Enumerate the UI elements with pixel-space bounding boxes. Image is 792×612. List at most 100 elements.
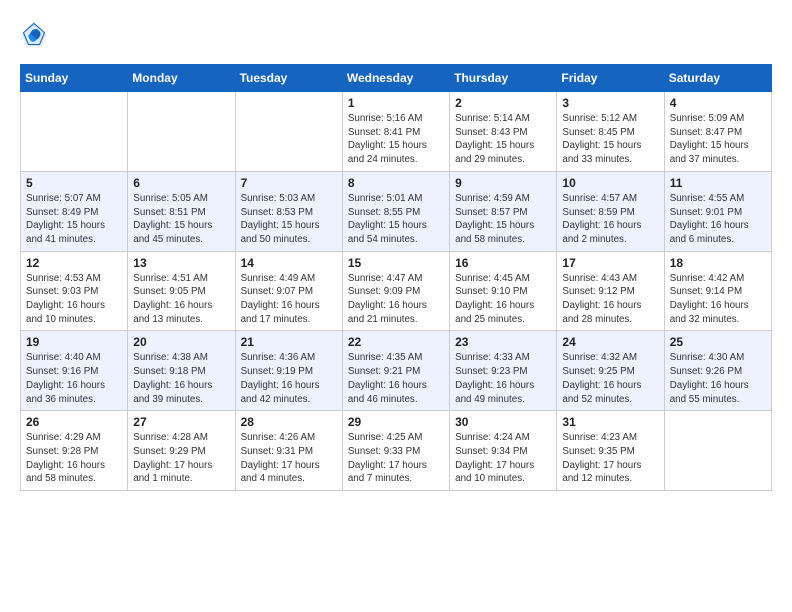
calendar-week-5: 26 Sunrise: 4:29 AM Sunset: 9:28 PM Dayli… xyxy=(21,411,772,491)
calendar-cell xyxy=(21,92,128,172)
calendar-header-sunday: Sunday xyxy=(21,65,128,92)
day-number: 9 xyxy=(455,176,551,190)
day-number: 21 xyxy=(241,335,337,349)
day-info: Sunrise: 4:28 AM Sunset: 9:29 PM Dayligh… xyxy=(133,431,229,486)
day-info: Sunrise: 4:57 AM Sunset: 8:59 PM Dayligh… xyxy=(562,192,658,247)
calendar-cell: 5 Sunrise: 5:07 AM Sunset: 8:49 PM Daylig… xyxy=(21,171,128,251)
day-info: Sunrise: 5:07 AM Sunset: 8:49 PM Dayligh… xyxy=(26,192,122,247)
logo xyxy=(20,20,52,48)
day-number: 6 xyxy=(133,176,229,190)
calendar-cell xyxy=(664,411,771,491)
calendar-cell: 8 Sunrise: 5:01 AM Sunset: 8:55 PM Daylig… xyxy=(342,171,449,251)
calendar-header-monday: Monday xyxy=(128,65,235,92)
day-info: Sunrise: 4:59 AM Sunset: 8:57 PM Dayligh… xyxy=(455,192,551,247)
day-info: Sunrise: 4:51 AM Sunset: 9:05 PM Dayligh… xyxy=(133,272,229,327)
calendar-cell: 31 Sunrise: 4:23 AM Sunset: 9:35 PM Dayli… xyxy=(557,411,664,491)
day-info: Sunrise: 4:43 AM Sunset: 9:12 PM Dayligh… xyxy=(562,272,658,327)
calendar-cell: 14 Sunrise: 4:49 AM Sunset: 9:07 PM Dayli… xyxy=(235,251,342,331)
day-number: 29 xyxy=(348,415,444,429)
day-number: 5 xyxy=(26,176,122,190)
calendar-cell: 7Sunrise: 5:03 AM Sunset: 8:53 PM Daylig… xyxy=(235,171,342,251)
calendar-cell: 28 Sunrise: 4:26 AM Sunset: 9:31 PM Dayli… xyxy=(235,411,342,491)
day-info: Sunrise: 4:38 AM Sunset: 9:18 PM Dayligh… xyxy=(133,351,229,406)
calendar-header-saturday: Saturday xyxy=(664,65,771,92)
day-number: 25 xyxy=(670,335,766,349)
day-info: Sunrise: 5:05 AM Sunset: 8:51 PM Dayligh… xyxy=(133,192,229,247)
day-info: Sunrise: 4:29 AM Sunset: 9:28 PM Dayligh… xyxy=(26,431,122,486)
calendar-cell: 2 Sunrise: 5:14 AM Sunset: 8:43 PM Daylig… xyxy=(450,92,557,172)
day-number: 3 xyxy=(562,96,658,110)
day-info: Sunrise: 4:47 AM Sunset: 9:09 PM Dayligh… xyxy=(348,272,444,327)
calendar-cell: 10Sunrise: 4:57 AM Sunset: 8:59 PM Dayli… xyxy=(557,171,664,251)
calendar-cell: 17 Sunrise: 4:43 AM Sunset: 9:12 PM Dayli… xyxy=(557,251,664,331)
calendar-cell: 25 Sunrise: 4:30 AM Sunset: 9:26 PM Dayli… xyxy=(664,331,771,411)
calendar-cell: 1 Sunrise: 5:16 AM Sunset: 8:41 PM Daylig… xyxy=(342,92,449,172)
day-info: Sunrise: 4:53 AM Sunset: 9:03 PM Dayligh… xyxy=(26,272,122,327)
calendar-header-thursday: Thursday xyxy=(450,65,557,92)
calendar-cell: 4Sunrise: 5:09 AM Sunset: 8:47 PM Daylig… xyxy=(664,92,771,172)
calendar-cell: 15 Sunrise: 4:47 AM Sunset: 9:09 PM Dayli… xyxy=(342,251,449,331)
calendar-header-tuesday: Tuesday xyxy=(235,65,342,92)
calendar-cell: 22 Sunrise: 4:35 AM Sunset: 9:21 PM Dayli… xyxy=(342,331,449,411)
day-number: 16 xyxy=(455,256,551,270)
day-info: Sunrise: 4:55 AM Sunset: 9:01 PM Dayligh… xyxy=(670,192,766,247)
header xyxy=(20,20,772,48)
calendar-week-2: 5 Sunrise: 5:07 AM Sunset: 8:49 PM Daylig… xyxy=(21,171,772,251)
calendar-cell: 16 Sunrise: 4:45 AM Sunset: 9:10 PM Dayli… xyxy=(450,251,557,331)
day-info: Sunrise: 5:01 AM Sunset: 8:55 PM Dayligh… xyxy=(348,192,444,247)
day-number: 30 xyxy=(455,415,551,429)
calendar-cell: 19Sunrise: 4:40 AM Sunset: 9:16 PM Dayli… xyxy=(21,331,128,411)
logo-icon xyxy=(20,20,48,48)
calendar-cell xyxy=(128,92,235,172)
day-info: Sunrise: 4:36 AM Sunset: 9:19 PM Dayligh… xyxy=(241,351,337,406)
day-info: Sunrise: 4:26 AM Sunset: 9:31 PM Dayligh… xyxy=(241,431,337,486)
calendar-cell: 18Sunrise: 4:42 AM Sunset: 9:14 PM Dayli… xyxy=(664,251,771,331)
calendar-week-3: 12 Sunrise: 4:53 AM Sunset: 9:03 PM Dayli… xyxy=(21,251,772,331)
day-number: 8 xyxy=(348,176,444,190)
day-number: 18 xyxy=(670,256,766,270)
day-info: Sunrise: 4:33 AM Sunset: 9:23 PM Dayligh… xyxy=(455,351,551,406)
day-number: 11 xyxy=(670,176,766,190)
day-info: Sunrise: 4:35 AM Sunset: 9:21 PM Dayligh… xyxy=(348,351,444,406)
calendar-cell: 29Sunrise: 4:25 AM Sunset: 9:33 PM Dayli… xyxy=(342,411,449,491)
calendar-week-4: 19Sunrise: 4:40 AM Sunset: 9:16 PM Dayli… xyxy=(21,331,772,411)
day-number: 23 xyxy=(455,335,551,349)
calendar-cell: 13 Sunrise: 4:51 AM Sunset: 9:05 PM Dayli… xyxy=(128,251,235,331)
calendar-cell: 27Sunrise: 4:28 AM Sunset: 9:29 PM Dayli… xyxy=(128,411,235,491)
calendar-header-row: SundayMondayTuesdayWednesdayThursdayFrid… xyxy=(21,65,772,92)
day-info: Sunrise: 4:23 AM Sunset: 9:35 PM Dayligh… xyxy=(562,431,658,486)
day-info: Sunrise: 4:30 AM Sunset: 9:26 PM Dayligh… xyxy=(670,351,766,406)
day-number: 26 xyxy=(26,415,122,429)
day-number: 31 xyxy=(562,415,658,429)
calendar-cell: 20 Sunrise: 4:38 AM Sunset: 9:18 PM Dayli… xyxy=(128,331,235,411)
day-number: 12 xyxy=(26,256,122,270)
calendar-cell: 12 Sunrise: 4:53 AM Sunset: 9:03 PM Dayli… xyxy=(21,251,128,331)
day-info: Sunrise: 5:12 AM Sunset: 8:45 PM Dayligh… xyxy=(562,112,658,167)
day-info: Sunrise: 4:40 AM Sunset: 9:16 PM Dayligh… xyxy=(26,351,122,406)
calendar-cell: 23 Sunrise: 4:33 AM Sunset: 9:23 PM Dayli… xyxy=(450,331,557,411)
calendar-header-wednesday: Wednesday xyxy=(342,65,449,92)
day-info: Sunrise: 4:49 AM Sunset: 9:07 PM Dayligh… xyxy=(241,272,337,327)
day-number: 13 xyxy=(133,256,229,270)
calendar-cell: 21 Sunrise: 4:36 AM Sunset: 9:19 PM Dayli… xyxy=(235,331,342,411)
day-info: Sunrise: 5:03 AM Sunset: 8:53 PM Dayligh… xyxy=(241,192,337,247)
day-number: 4 xyxy=(670,96,766,110)
day-number: 28 xyxy=(241,415,337,429)
day-number: 15 xyxy=(348,256,444,270)
day-number: 22 xyxy=(348,335,444,349)
day-info: Sunrise: 5:16 AM Sunset: 8:41 PM Dayligh… xyxy=(348,112,444,167)
day-number: 17 xyxy=(562,256,658,270)
day-info: Sunrise: 4:32 AM Sunset: 9:25 PM Dayligh… xyxy=(562,351,658,406)
day-number: 2 xyxy=(455,96,551,110)
calendar-cell: 30 Sunrise: 4:24 AM Sunset: 9:34 PM Dayli… xyxy=(450,411,557,491)
day-info: Sunrise: 5:14 AM Sunset: 8:43 PM Dayligh… xyxy=(455,112,551,167)
day-number: 14 xyxy=(241,256,337,270)
day-info: Sunrise: 4:24 AM Sunset: 9:34 PM Dayligh… xyxy=(455,431,551,486)
calendar-week-1: 1 Sunrise: 5:16 AM Sunset: 8:41 PM Daylig… xyxy=(21,92,772,172)
day-number: 20 xyxy=(133,335,229,349)
day-number: 1 xyxy=(348,96,444,110)
day-info: Sunrise: 4:45 AM Sunset: 9:10 PM Dayligh… xyxy=(455,272,551,327)
calendar-cell: 11 Sunrise: 4:55 AM Sunset: 9:01 PM Dayli… xyxy=(664,171,771,251)
calendar-cell xyxy=(235,92,342,172)
day-number: 24 xyxy=(562,335,658,349)
